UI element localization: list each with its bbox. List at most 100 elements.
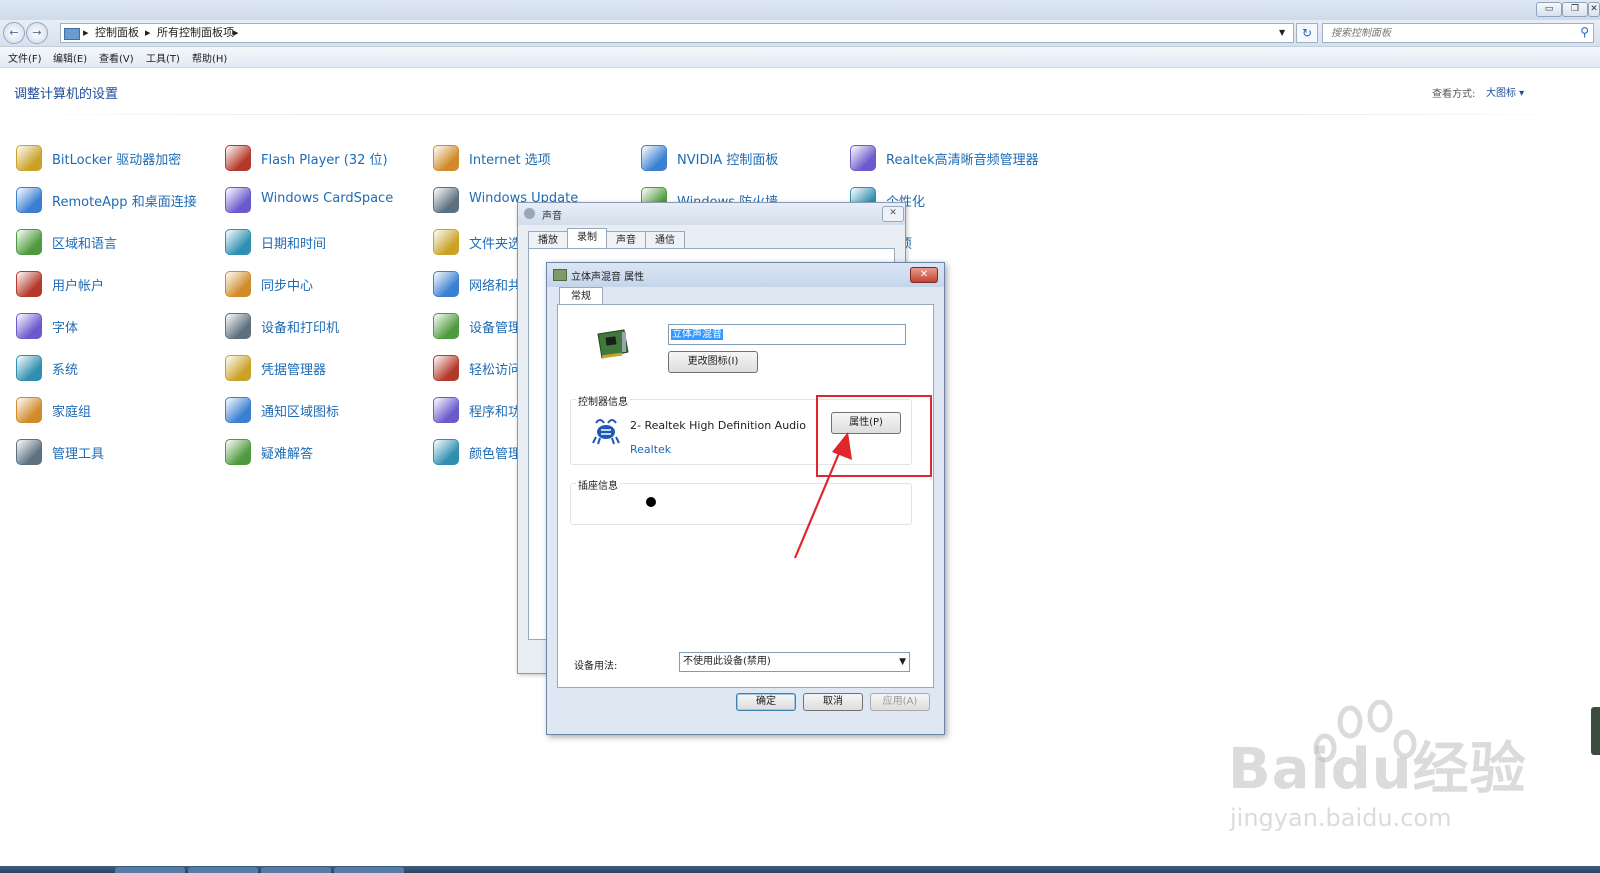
control-panel-item-label: Flash Player (32 位) <box>261 153 388 168</box>
control-panel-item-icon <box>16 397 42 423</box>
page-title: 调整计算机的设置 <box>14 87 119 102</box>
control-panel-item[interactable]: Windows CardSpace <box>225 185 425 215</box>
control-panel-item-icon <box>16 355 42 381</box>
tab-general[interactable]: 常规 <box>559 287 603 305</box>
menu-bar: 文件(F) 编辑(E) 查看(V) 工具(T) 帮助(H) <box>0 47 1600 68</box>
properties-dialog-close-button[interactable]: ✕ <box>910 267 938 283</box>
tab-playback[interactable]: 播放 <box>528 231 568 249</box>
control-panel-item-label: 家庭组 <box>52 405 92 420</box>
menu-file[interactable]: 文件(F) <box>8 50 42 65</box>
menu-view[interactable]: 查看(V) <box>99 50 134 65</box>
jack-color-indicator <box>646 497 656 507</box>
control-panel-item[interactable]: 家庭组 <box>16 395 216 425</box>
breadcrumb-control-panel[interactable]: 控制面板 <box>95 24 139 42</box>
control-panel-item[interactable]: 日期和时间 <box>225 227 425 257</box>
control-panel-item-label: 系统 <box>52 363 79 378</box>
taskbar-button[interactable] <box>115 867 185 873</box>
properties-dialog-title-bar: 立体声混音 属性 ✕ <box>547 263 944 287</box>
control-panel-item[interactable]: Internet 选项 <box>433 143 633 173</box>
control-panel-item[interactable]: NVIDIA 控制面板 <box>641 143 841 173</box>
side-gadget[interactable] <box>1591 707 1600 755</box>
control-panel-item[interactable]: 管理工具 <box>16 437 216 467</box>
control-panel-item-icon <box>433 271 459 297</box>
sound-dialog-title-bar: 声音 ✕ <box>518 203 905 225</box>
folder-icon <box>64 28 80 40</box>
address-bar[interactable]: ▸ 控制面板 ▸ 所有控制面板项 ▸ ▼ <box>60 23 1294 43</box>
control-panel-item-label: 字体 <box>52 321 79 336</box>
control-panel-item[interactable]: RemoteApp 和桌面连接 <box>16 185 216 215</box>
taskbar-button[interactable] <box>334 867 404 873</box>
cancel-button[interactable]: 取消 <box>803 693 863 711</box>
chevron-down-icon: ▼ <box>899 657 906 667</box>
control-panel-item[interactable]: Flash Player (32 位) <box>225 143 425 173</box>
control-panel-item-icon <box>433 313 459 339</box>
speaker-icon <box>524 208 535 219</box>
control-panel-item-icon <box>16 145 42 171</box>
control-panel-item-label: 通知区域图标 <box>261 405 340 420</box>
control-panel-item-icon <box>16 187 42 213</box>
device-usage-select[interactable]: 不使用此设备(禁用) ▼ <box>679 652 910 672</box>
control-panel-item[interactable]: 疑难解答 <box>225 437 425 467</box>
control-panel-item-label: 用户帐户 <box>52 279 105 294</box>
control-panel-item[interactable]: 设备和打印机 <box>225 311 425 341</box>
refresh-button[interactable]: ↻ <box>1296 23 1318 43</box>
restore-button[interactable]: ❐ <box>1562 2 1588 17</box>
control-panel-item-label: 管理工具 <box>52 447 105 462</box>
breadcrumb-separator: ▸ <box>233 26 239 39</box>
sound-dialog-close-button[interactable]: ✕ <box>882 206 904 222</box>
jack-info-group <box>570 483 912 525</box>
control-panel-item-label: 凭据管理器 <box>261 363 327 378</box>
search-input[interactable] <box>1329 24 1573 42</box>
search-icon[interactable]: ⚲ <box>1580 25 1589 39</box>
search-box[interactable]: ⚲ <box>1322 23 1594 43</box>
control-panel-item[interactable]: 用户帐户 <box>16 269 216 299</box>
taskbar-button[interactable] <box>188 867 258 873</box>
control-panel-item[interactable]: 系统 <box>16 353 216 383</box>
change-icon-button[interactable]: 更改图标(I) <box>668 351 758 373</box>
annotation-arrow-icon <box>793 432 852 559</box>
sound-dialog-title: 声音 <box>542 211 562 222</box>
taskbar-button[interactable] <box>261 867 331 873</box>
control-panel-item-label: 设备和打印机 <box>261 321 340 336</box>
back-button[interactable]: ← <box>3 22 25 44</box>
control-panel-item[interactable]: Realtek高清晰音频管理器 <box>850 143 1050 173</box>
watermark-text: Baidu经验 <box>1228 737 1527 802</box>
device-name-field[interactable]: 立体声混音 <box>668 324 906 345</box>
control-panel-item-icon <box>433 355 459 381</box>
control-panel-item-label: 日期和时间 <box>261 237 327 252</box>
control-panel-item[interactable]: 凭据管理器 <box>225 353 425 383</box>
control-panel-item[interactable]: 通知区域图标 <box>225 395 425 425</box>
control-panel-item-label: NVIDIA 控制面板 <box>677 153 779 168</box>
control-panel-item-icon <box>225 229 251 255</box>
control-panel-item[interactable]: BitLocker 驱动器加密 <box>16 143 216 173</box>
control-panel-item-icon <box>16 439 42 465</box>
minimize-button[interactable]: ▭ <box>1536 2 1562 17</box>
ok-button[interactable]: 确定 <box>736 693 796 711</box>
control-panel-item[interactable]: 区域和语言 <box>16 227 216 257</box>
breadcrumb-all-items[interactable]: 所有控制面板项 <box>157 24 234 42</box>
control-panel-item-icon <box>433 145 459 171</box>
controller-vendor: Realtek <box>630 443 672 456</box>
jack-info-label: 插座信息 <box>576 477 620 492</box>
address-dropdown-icon[interactable]: ▼ <box>1279 24 1285 42</box>
control-panel-item-icon <box>641 145 667 171</box>
header-divider <box>0 114 1600 115</box>
menu-tools[interactable]: 工具(T) <box>146 50 180 65</box>
tab-communications[interactable]: 通信 <box>645 231 685 249</box>
control-panel-item-label: 区域和语言 <box>52 237 118 252</box>
view-by-dropdown[interactable]: 大图标 ▾ <box>1486 84 1524 99</box>
menu-help[interactable]: 帮助(H) <box>192 50 227 65</box>
control-panel-item-icon <box>16 229 42 255</box>
tab-sounds[interactable]: 声音 <box>606 231 646 249</box>
control-panel-item-label: BitLocker 驱动器加密 <box>52 153 182 168</box>
menu-edit[interactable]: 编辑(E) <box>53 50 87 65</box>
tab-recording[interactable]: 录制 <box>567 228 607 249</box>
control-panel-item-label: 疑难解答 <box>261 447 314 462</box>
device-usage-value: 不使用此设备(禁用) <box>683 656 771 667</box>
forward-button[interactable]: → <box>26 22 48 44</box>
control-panel-item[interactable]: 同步中心 <box>225 269 425 299</box>
apply-button[interactable]: 应用(A) <box>870 693 930 711</box>
control-panel-item-icon <box>225 187 251 213</box>
control-panel-item[interactable]: 字体 <box>16 311 216 341</box>
close-button[interactable]: ✕ <box>1588 2 1600 17</box>
